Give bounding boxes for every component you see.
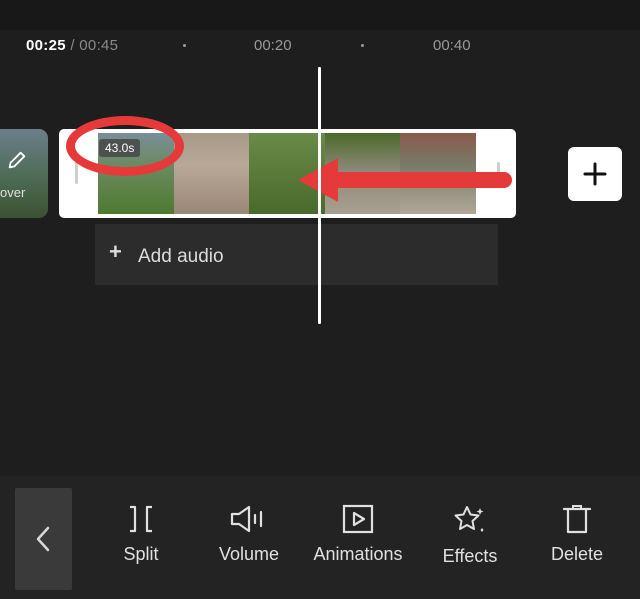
time-readout: 00:25 / 00:45 [26,37,118,54]
chevron-left-icon [36,526,50,552]
ruler-dot [183,44,186,47]
pencil-icon [8,151,26,169]
clip-frame [173,133,250,214]
split-label: Split [123,544,159,564]
plus-icon [583,162,607,186]
add-clip-button[interactable] [568,147,622,201]
volume-button[interactable]: Volume [210,504,288,574]
volume-label: Volume [218,544,280,564]
back-button[interactable] [15,488,72,590]
ruler-tick-label: 00:20 [254,37,292,54]
plus-icon: + [109,239,122,264]
effects-label: Effects [442,546,498,566]
cover-thumbnail[interactable] [0,129,48,218]
annotation-arrow-icon [298,158,512,202]
delete-label: Delete [550,544,604,564]
clip-left-handle[interactable] [75,162,78,184]
animations-icon [342,504,374,534]
split-icon [130,505,152,533]
top-bar [0,0,640,30]
current-time: 00:25 [26,37,66,54]
animations-label: Animations [313,544,403,564]
add-audio-button[interactable]: + Add audio [95,224,498,285]
ruler-dot [361,44,364,47]
bottom-toolbar: Split Volume Animations Effects Delete [0,476,640,599]
cover-label: over [0,185,26,200]
delete-icon [562,505,592,534]
delete-button[interactable]: Delete [545,504,609,574]
effects-icon [454,506,484,532]
add-audio-label: Add audio [138,246,224,267]
effects-button[interactable]: Effects [434,504,506,574]
annotation-circle [66,116,184,176]
ruler-tick-label: 00:40 [433,37,471,54]
split-button[interactable]: Split [110,504,172,574]
animations-button[interactable]: Animations [306,504,410,574]
volume-icon [230,505,263,533]
playhead[interactable] [318,67,321,324]
total-time: / 00:45 [70,37,119,54]
